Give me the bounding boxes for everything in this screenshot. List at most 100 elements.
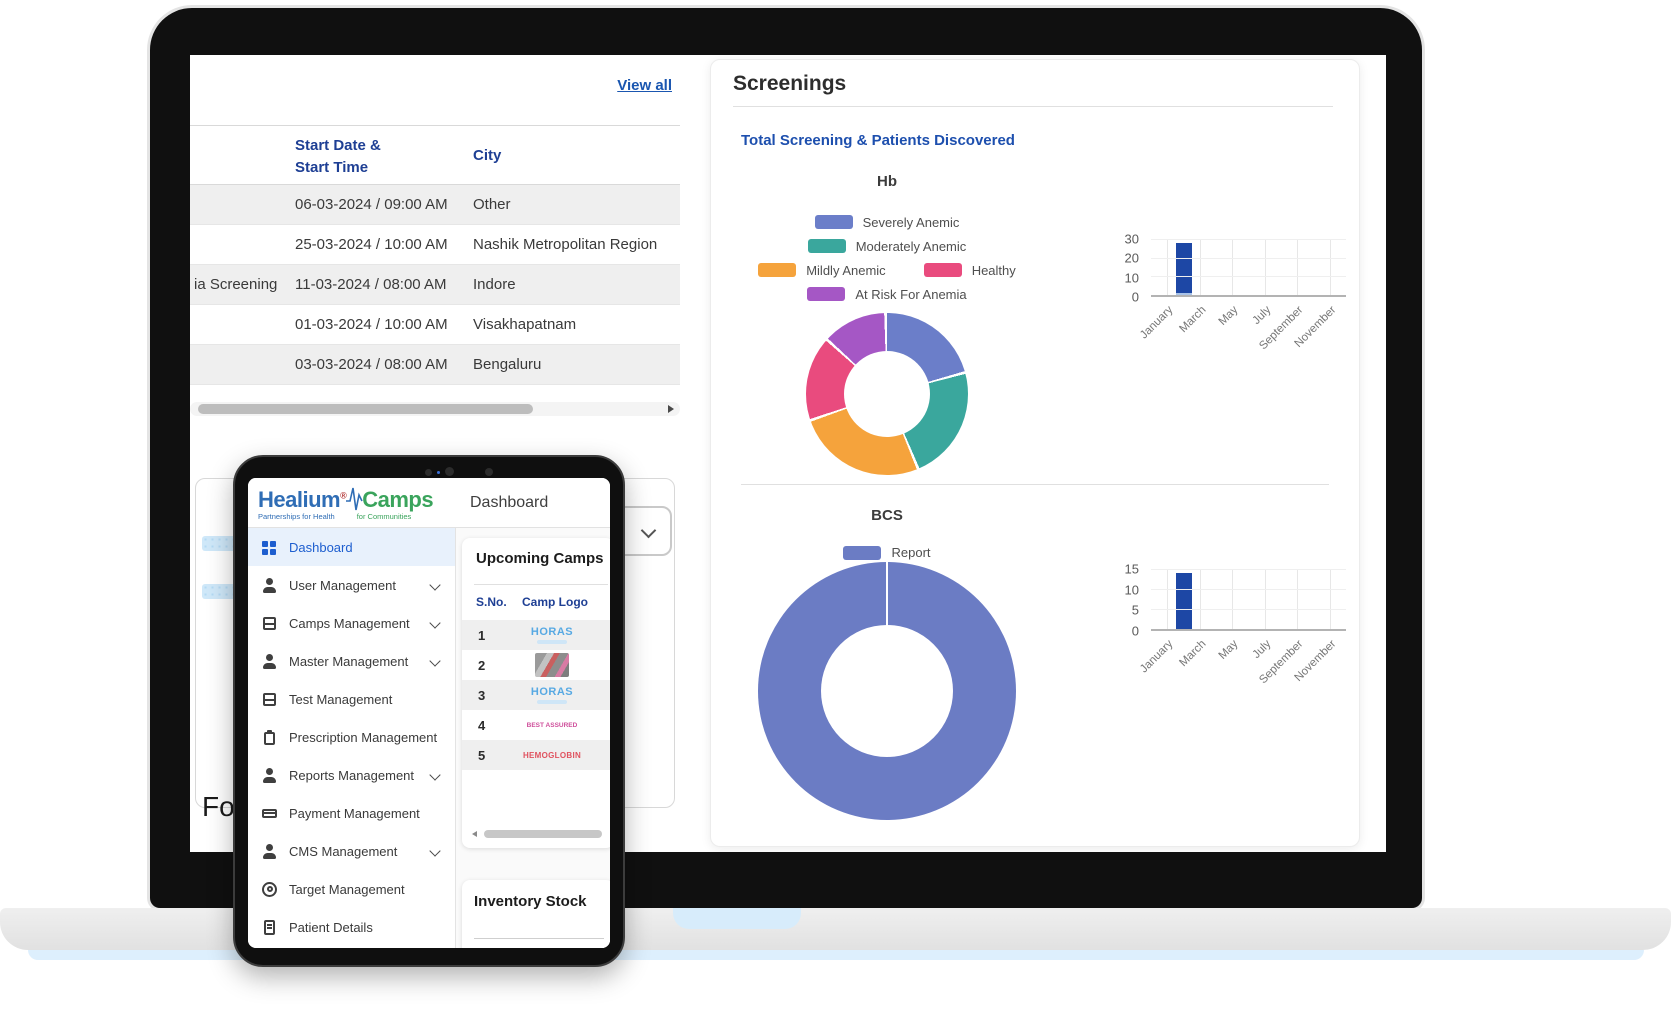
sidebar-item-label: Test Management <box>289 692 392 707</box>
chevron-down-icon <box>641 523 657 539</box>
inventory-stock-title: Inventory Stock <box>474 893 587 910</box>
sidebar-item-label: Payment Management <box>289 806 420 821</box>
gridline <box>1330 569 1331 629</box>
legend-label: Healthy <box>972 263 1016 278</box>
gridline <box>1151 239 1346 240</box>
bcs-chart-title: BCS <box>711 507 1063 524</box>
horizontal-scrollbar[interactable] <box>190 402 680 416</box>
sidebar-item-user-management[interactable]: User Management <box>248 566 455 604</box>
scroll-right-arrow-icon[interactable] <box>668 405 674 413</box>
test-kit-icon <box>262 692 277 707</box>
sidebar-item-label: Dashboard <box>289 540 353 555</box>
hb-bar-chart: 3020100 JanuaryMarchMayJulySeptemberNove… <box>1151 239 1346 297</box>
legend-swatch <box>843 546 881 560</box>
marketing-composite: View all Start Date & Start Time City 06… <box>0 0 1671 1033</box>
hemoglobin-logo: HEMOGLOBIN <box>523 751 581 760</box>
hb-bar <box>1176 243 1192 295</box>
camera-lens-icon <box>445 467 454 476</box>
sidebar-item-label: Master Management <box>289 654 408 669</box>
sidebar-item-camps-management[interactable]: Camps Management <box>248 604 455 642</box>
legend-swatch <box>924 263 962 277</box>
y-axis-label: 10 <box>1125 582 1139 597</box>
camp-row: 4 BEST ASSURED <box>462 710 610 740</box>
divider <box>474 584 608 585</box>
sidebar-item-label: Prescription Management <box>289 730 437 745</box>
x-axis-label: November <box>1273 304 1338 369</box>
gridline <box>1167 569 1168 629</box>
user-icon <box>262 578 277 593</box>
legend-swatch <box>807 287 845 301</box>
gridline <box>1200 239 1201 295</box>
scroll-left-arrow-icon[interactable] <box>472 831 477 837</box>
sidebar-item-label: Camps Management <box>289 616 410 631</box>
horas-logo: HORAS <box>531 627 573 638</box>
chevron-down-icon <box>429 579 440 590</box>
sidebar-item-label: Target Management <box>289 882 405 897</box>
sidebar-item-test-management[interactable]: Test Management <box>248 680 455 718</box>
gridline <box>1297 569 1298 629</box>
sidebar-item-target-management[interactable]: Target Management <box>248 870 455 908</box>
y-axis-label: 10 <box>1125 270 1139 285</box>
target-icon <box>262 882 277 897</box>
legend-swatch <box>758 263 796 277</box>
legend-label: Report <box>891 545 930 560</box>
camera-sensor-icon <box>437 471 440 474</box>
payment-icon <box>262 806 277 821</box>
hb-donut-chart <box>806 313 968 475</box>
y-axis-label: 5 <box>1132 603 1139 618</box>
bcs-bar-chart: 151050 JanuaryMarchMayJulySeptemberNovem… <box>1151 569 1346 631</box>
sidebar-item-patient-details[interactable]: Patient Details <box>248 908 455 946</box>
pulse-line-icon <box>345 483 363 513</box>
divider <box>474 938 604 939</box>
gridline <box>1167 239 1168 295</box>
gridline <box>1151 258 1346 259</box>
gridline <box>1151 276 1346 277</box>
chevron-down-icon <box>429 845 440 856</box>
sidebar-item-prescription-management[interactable]: Prescription Management <box>248 718 455 756</box>
best-assured-logo: BEST ASSURED <box>527 722 578 729</box>
bcs-bar <box>1176 573 1192 629</box>
logo-word-healium: Healium <box>258 487 340 512</box>
cms-icon <box>262 844 277 859</box>
sidebar-item-reports-management[interactable]: Reports Management <box>248 756 455 794</box>
camera-dot-icon <box>485 468 493 476</box>
gridline <box>1265 239 1266 295</box>
sidebar-item-master-management[interactable]: Master Management <box>248 642 455 680</box>
tablet-content: Upcoming Camps S.No. Camp Logo 1 HORAS 2… <box>456 528 610 948</box>
column-header-city: City <box>473 145 501 167</box>
scrollbar-thumb[interactable] <box>484 830 602 838</box>
horas-logo-tagline <box>537 700 567 704</box>
plot-area <box>1151 569 1346 631</box>
screenings-card: Screenings Total Screening & Patients Di… <box>710 59 1360 847</box>
upcoming-camps-title: Upcoming Camps <box>476 550 604 567</box>
view-all-link[interactable]: View all <box>617 77 672 94</box>
legend-swatch <box>815 215 853 229</box>
gridline <box>1297 239 1298 295</box>
sidebar-item-payment-management[interactable]: Payment Management <box>248 794 455 832</box>
horizontal-scrollbar[interactable] <box>472 830 606 839</box>
sidebar-item-cms-management[interactable]: CMS Management <box>248 832 455 870</box>
legend-label: Moderately Anemic <box>856 239 967 254</box>
y-axis-label: 0 <box>1132 290 1139 305</box>
hb-chart-title: Hb <box>711 173 1063 190</box>
sidebar-item-label: Patient Details <box>289 920 373 935</box>
chevron-down-icon <box>429 617 440 628</box>
x-axis: JanuaryMarchMayJulySeptemberNovember <box>1151 297 1346 369</box>
screenings-title: Screenings <box>733 72 846 96</box>
chevron-down-icon <box>429 655 440 666</box>
sidebar-item-dashboard[interactable]: Dashboard <box>248 528 455 566</box>
prescription-icon <box>262 730 277 745</box>
legend-label: Severely Anemic <box>863 215 960 230</box>
gridline <box>1330 239 1331 295</box>
y-axis-label: 15 <box>1125 562 1139 577</box>
inventory-stock-card: Inventory Stock <box>462 880 610 948</box>
column-header-start-date: Start Date & Start Time <box>295 135 381 179</box>
sidebar-item-label: User Management <box>289 578 396 593</box>
logo-word-camps: Camps <box>362 487 433 512</box>
legend-swatch <box>808 239 846 253</box>
patient-details-icon <box>262 920 277 935</box>
table-header-row: Start Date & Start Time City <box>190 125 680 185</box>
table-row: 03-03-2024 / 08:00 AM Bengaluru <box>190 345 680 385</box>
scrollbar-thumb[interactable] <box>198 404 533 414</box>
camps-table-panel: View all Start Date & Start Time City 06… <box>190 55 680 475</box>
